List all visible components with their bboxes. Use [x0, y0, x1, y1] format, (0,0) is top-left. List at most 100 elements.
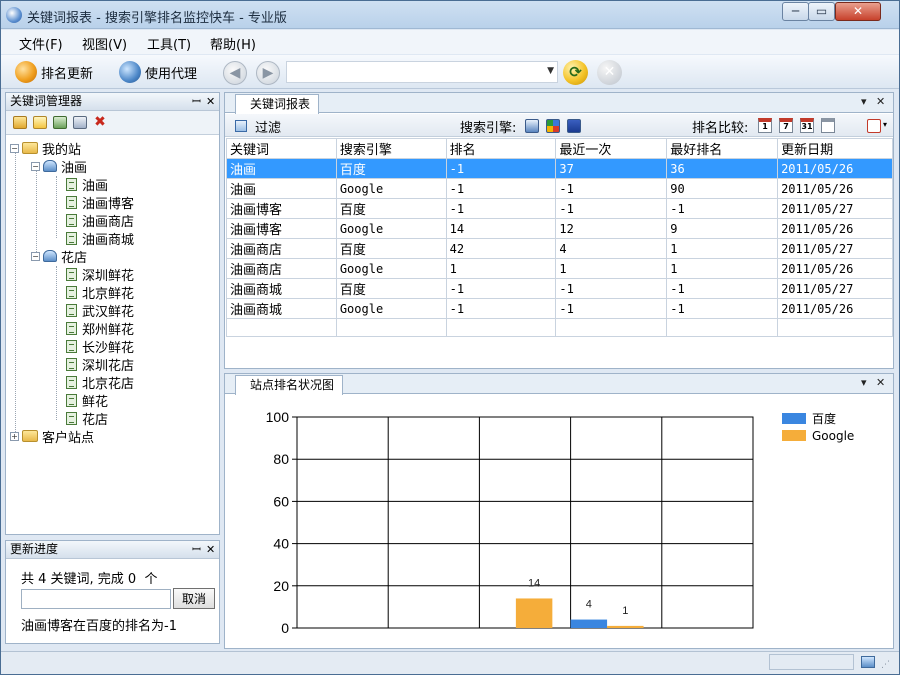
- filter-button[interactable]: 过滤: [255, 117, 281, 136]
- table-row[interactable]: [226, 318, 893, 337]
- maximize-button[interactable]: ▭: [808, 2, 835, 21]
- calendar-week-icon[interactable]: 7: [779, 118, 793, 133]
- go-refresh-icon[interactable]: ⟳: [563, 60, 588, 85]
- tree-node-keyword[interactable]: 油画商店: [66, 211, 134, 230]
- column-header[interactable]: 更新日期: [777, 138, 893, 159]
- chevron-down-icon[interactable]: ▾: [883, 120, 887, 129]
- tree-node-label: 花店: [61, 250, 88, 266]
- open-folder-icon[interactable]: [13, 116, 27, 129]
- table-header-row: 关键词 搜索引擎 排名 最近一次 最好排名 更新日期: [226, 138, 893, 159]
- menu-tools[interactable]: 工具(T): [147, 34, 191, 53]
- tree-node-keyword[interactable]: 深圳花店: [66, 355, 134, 374]
- keyword-report-pane: 关键词报表 ▾ ✕ 过滤 搜索引擎: 排名比较: 1 7 31 ▾ 关键词 搜索…: [224, 92, 894, 369]
- engine-label: 搜索引擎:: [460, 121, 517, 136]
- tree-node-keyword[interactable]: 北京鲜花: [66, 283, 134, 302]
- title-bar[interactable]: 关键词报表 - 搜索引擎排名监控快车 - 专业版 ─ ▭ ✕: [1, 1, 899, 29]
- collapse-icon[interactable]: −: [31, 251, 40, 261]
- collapse-icon[interactable]: −: [31, 161, 40, 171]
- cancel-button[interactable]: 取消: [173, 588, 215, 609]
- tree-node-client-sites[interactable]: + 客户站点: [10, 427, 94, 446]
- tree-node-my-sites[interactable]: − 我的站: [10, 139, 81, 158]
- table-row[interactable]: 油画商店 Google 1 1 1 2011/05/26: [226, 258, 893, 279]
- chevron-down-icon[interactable]: ▾: [861, 376, 867, 389]
- delete-icon[interactable]: ✖: [93, 115, 107, 129]
- table-row[interactable]: 油画商店 百度 42 4 1 2011/05/27: [226, 238, 893, 259]
- tab-site-ranking-chart[interactable]: 站点排名状况图: [235, 375, 344, 395]
- table-row[interactable]: 油画博客 Google 14 12 9 2011/05/26: [226, 218, 893, 239]
- address-combobox[interactable]: ▼: [286, 61, 558, 83]
- engine-all-icon[interactable]: [525, 119, 539, 133]
- tree-node-keyword[interactable]: 油画博客: [66, 193, 134, 212]
- table-cell: 油画博客: [226, 218, 337, 239]
- chevron-down-icon[interactable]: ▾: [861, 95, 867, 108]
- bar-baidu: [570, 619, 608, 628]
- progress-field[interactable]: [21, 589, 171, 609]
- update-progress-header: 更新进度 ꟷ ✕: [6, 541, 219, 559]
- google-icon[interactable]: [546, 119, 560, 133]
- close-icon[interactable]: ✕: [876, 95, 885, 108]
- tree-node-keyword[interactable]: 花店: [66, 409, 108, 428]
- tree-node-keyword[interactable]: 深圳鲜花: [66, 265, 134, 284]
- tree-node-site[interactable]: − 油画: [31, 157, 87, 176]
- minimize-button[interactable]: ─: [782, 2, 809, 21]
- tree-node-keyword[interactable]: 长沙鲜花: [66, 337, 134, 356]
- forward-arrow-icon[interactable]: ▶: [256, 61, 280, 85]
- table-cell: 1: [666, 238, 779, 259]
- tree-node-site[interactable]: − 花店: [31, 247, 88, 266]
- table-row[interactable]: 油画 百度 -1 37 36 2011/05/26: [226, 158, 893, 179]
- close-icon[interactable]: ✕: [876, 376, 885, 389]
- export-icon[interactable]: [867, 119, 881, 133]
- refresh-ranking-button[interactable]: 排名更新: [15, 59, 93, 85]
- folder-icon: [22, 142, 38, 154]
- collapse-icon[interactable]: −: [10, 143, 19, 153]
- baidu-paw-icon[interactable]: [567, 119, 581, 133]
- close-icon[interactable]: ✕: [206, 93, 215, 110]
- tree-node-keyword[interactable]: 油画商城: [66, 229, 134, 248]
- app-window: 关键词报表 - 搜索引擎排名监控快车 - 专业版 ─ ▭ ✕ 文件(F) 视图(…: [0, 0, 900, 675]
- tree-node-keyword[interactable]: 郑州鲜花: [66, 319, 134, 338]
- resize-grip-icon[interactable]: ⋰: [881, 660, 890, 670]
- use-proxy-button[interactable]: 使用代理: [119, 59, 197, 85]
- calendar-day-icon[interactable]: 1: [758, 118, 772, 133]
- calendar-month-icon[interactable]: 31: [800, 118, 814, 133]
- app-logo-icon: [6, 7, 22, 23]
- tree-node-label: 武汉鲜花: [82, 304, 135, 320]
- column-header[interactable]: 最近一次: [555, 138, 668, 159]
- table-row[interactable]: 油画商城 Google -1 -1 -1 2011/05/26: [226, 298, 893, 319]
- tree-node-keyword[interactable]: 鲜花: [66, 391, 108, 410]
- tree-node-keyword[interactable]: 武汉鲜花: [66, 301, 135, 320]
- expand-icon[interactable]: +: [10, 431, 19, 441]
- table-row[interactable]: 油画 Google -1 -1 90 2011/05/26: [226, 178, 893, 199]
- edit-icon[interactable]: [73, 116, 87, 129]
- pin-icon[interactable]: ꟷ: [192, 93, 201, 110]
- keyword-doc-icon: [66, 393, 77, 407]
- close-icon[interactable]: ✕: [206, 541, 215, 558]
- calendar-custom-icon[interactable]: [821, 118, 835, 133]
- menu-view[interactable]: 视图(V): [82, 34, 127, 53]
- keyword-doc-icon: [66, 231, 77, 245]
- column-header[interactable]: 排名: [445, 138, 557, 159]
- site-icon: [43, 160, 57, 172]
- filter-icon[interactable]: [235, 120, 247, 132]
- menu-help[interactable]: 帮助(H): [210, 34, 256, 53]
- pin-icon[interactable]: ꟷ: [192, 541, 201, 558]
- column-header[interactable]: 最好排名: [666, 138, 779, 159]
- table-row[interactable]: 油画商城 百度 -1 -1 -1 2011/05/27: [226, 278, 893, 299]
- add-keyword-icon[interactable]: [53, 116, 67, 129]
- stop-icon[interactable]: ✕: [597, 60, 622, 85]
- column-header[interactable]: 关键词: [226, 138, 337, 159]
- add-site-icon[interactable]: [33, 116, 47, 129]
- menu-file[interactable]: 文件(F): [19, 34, 63, 53]
- tree-node-keyword[interactable]: 油画: [66, 175, 108, 194]
- tab-keyword-report[interactable]: 关键词报表: [235, 94, 320, 114]
- keyword-manager-header: 关键词管理器 ꟷ ✕: [6, 93, 219, 111]
- close-button[interactable]: ✕: [835, 2, 881, 21]
- table-cell: -1: [555, 278, 668, 299]
- column-header[interactable]: 搜索引擎: [335, 138, 447, 159]
- tree-node-keyword[interactable]: 北京花店: [66, 373, 134, 392]
- table-cell: 2011/05/27: [777, 278, 893, 299]
- chevron-down-icon[interactable]: ▼: [547, 66, 554, 76]
- table-row[interactable]: 油画博客 百度 -1 -1 -1 2011/05/27: [226, 198, 893, 219]
- back-arrow-icon[interactable]: ◀: [223, 61, 247, 85]
- table-cell: -1: [555, 178, 668, 199]
